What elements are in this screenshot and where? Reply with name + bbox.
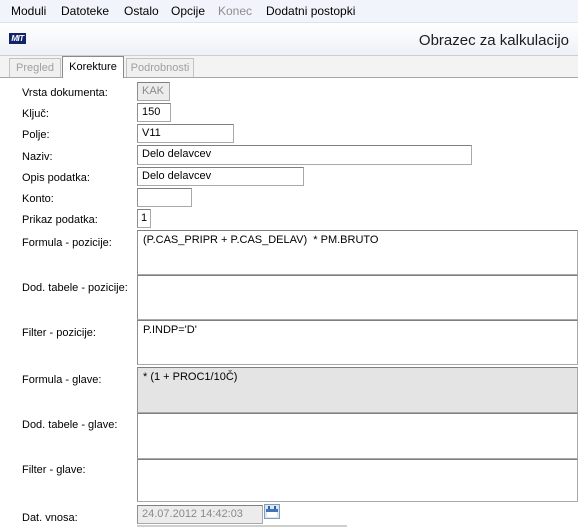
opis-podatka-field[interactable]: Delo delavcev	[137, 167, 304, 186]
form-title: Obrazec za kalkulacijo	[418, 32, 569, 49]
vrsta-dokumenta-label: Vrsta dokumenta:	[22, 87, 108, 99]
polje-label: Polje:	[22, 129, 50, 141]
menu-item-moduli[interactable]: Moduli	[11, 4, 46, 18]
konto-label: Konto:	[22, 193, 54, 205]
formula-glave-label: Formula - glave:	[22, 374, 102, 386]
form-header: MIT Obrazec za kalkulacijo	[0, 23, 578, 56]
formula-pozicije-field[interactable]: (P.CAS_PRIPR + P.CAS_DELAV) * PM.BRUTO	[137, 230, 578, 275]
formula-pozicije-label: Formula - pozicije:	[22, 237, 112, 249]
naziv-label: Naziv:	[22, 151, 53, 163]
menu-item-dodatni-postopki[interactable]: Dodatni postopki	[266, 4, 355, 18]
dod-tabele-pozicije-label: Dod. tabele - pozicije:	[22, 282, 128, 294]
calendar-icon[interactable]	[264, 504, 280, 519]
opis-podatka-label: Opis podatka:	[22, 172, 90, 184]
naziv-field[interactable]: Delo delavcev	[137, 145, 472, 165]
filter-glave-label: Filter - glave:	[22, 464, 86, 476]
mit-logo-icon: MIT	[9, 33, 26, 44]
polje-field[interactable]: V11	[137, 124, 234, 143]
konto-field[interactable]	[137, 188, 192, 207]
tab-pregled[interactable]: Pregled	[9, 58, 61, 77]
kljuc-field[interactable]: 150	[137, 103, 171, 122]
filter-glave-field[interactable]	[137, 459, 578, 502]
prikaz-podatka-label: Prikaz podatka:	[22, 214, 98, 226]
dat-vnosa-field: 24.07.2012 14:42:03	[137, 505, 263, 524]
dod-tabele-pozicije-field[interactable]	[137, 275, 578, 320]
menu-bar: Moduli Datoteke Ostalo Opcije Konec Doda…	[0, 0, 578, 23]
menu-item-opcije[interactable]: Opcije	[171, 4, 205, 18]
formula-glave-field[interactable]: * (1 + PROC1/10Č)	[137, 367, 578, 413]
tab-korekture[interactable]: Korekture	[62, 56, 124, 78]
menu-item-konec: Konec	[218, 4, 253, 18]
prikaz-podatka-field[interactable]: 1	[137, 209, 151, 228]
correction-form: Vrsta dokumenta: KAK Ključ: 150 Polje: V…	[0, 78, 578, 527]
kljuc-label: Ključ:	[22, 108, 49, 120]
dod-tabele-glave-label: Dod. tabele - glave:	[22, 419, 118, 431]
menu-item-ostalo[interactable]: Ostalo	[124, 4, 159, 18]
tab-podrobnosti[interactable]: Podrobnosti	[126, 58, 194, 77]
dat-vnosa-label: Dat. vnosa:	[22, 512, 78, 524]
dod-tabele-glave-field[interactable]	[137, 413, 578, 459]
filter-pozicije-label: Filter - pozicije:	[22, 327, 96, 339]
filter-pozicije-field[interactable]: P.INDP='D'	[137, 320, 578, 365]
tab-strip: Pregled Korekture Podrobnosti	[0, 56, 578, 78]
menu-item-datoteke[interactable]: Datoteke	[61, 4, 109, 18]
vrsta-dokumenta-field: KAK	[137, 82, 170, 101]
